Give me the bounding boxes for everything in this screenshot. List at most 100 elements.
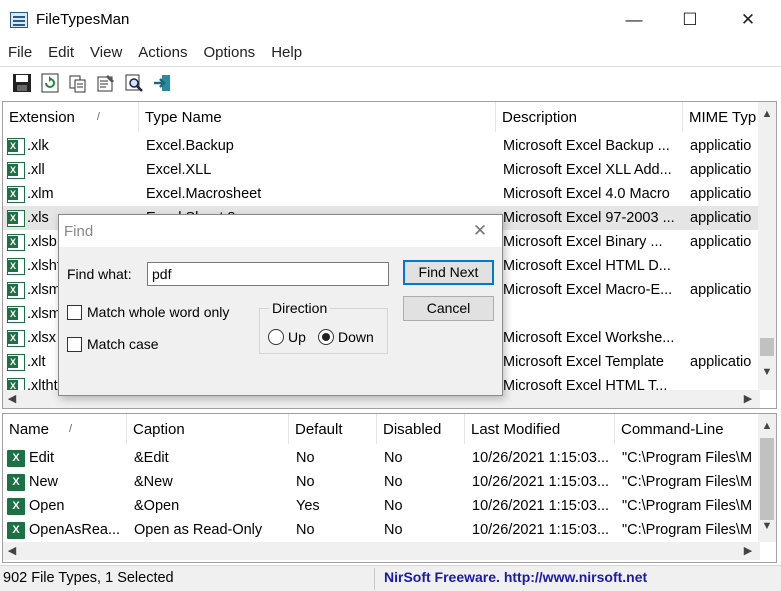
refresh-icon[interactable] [38,71,62,95]
find-what-input[interactable] [147,262,389,286]
scroll-up-icon[interactable]: ▲ [758,108,776,120]
column-header-mime-type[interactable]: MIME Typ [683,102,760,132]
cell-default: No [296,450,315,466]
table-row[interactable]: X OpenAsRea... Open as Read-Only No No 10/26/… [3,518,758,542]
cell-cmd: "C:\Program Files\M [622,450,753,466]
scroll-right-icon[interactable]: ▶ [739,392,757,405]
table-row[interactable]: X Open &Open Yes No 10/26/2021 1:15:03... "C:\… [3,494,758,518]
actions-list[interactable]: Name / Caption Default Disabled Last Mod… [2,413,777,563]
find-dialog-title: Find [64,223,94,240]
cell-ext: .xlm [27,186,54,202]
nirsoft-link[interactable]: NirSoft Freeware. http://www.nirsoft.net [384,569,647,585]
vertical-scrollbar[interactable]: ▲ ▼ [758,102,776,390]
menu-view[interactable]: View [82,44,130,61]
cell-desc: Microsoft Excel Template [503,354,664,370]
column-label: Description [502,108,578,126]
table-row[interactable]: .xlm Excel.Macrosheet Microsoft Excel 4.0 … [3,182,758,206]
excel-file-icon [7,210,25,227]
column-header-name[interactable]: Name / [3,414,127,444]
scroll-right-icon[interactable]: ▶ [739,544,757,557]
menu-actions[interactable]: Actions [130,44,195,61]
cell-name: New [29,474,59,490]
column-label: Default [295,420,343,438]
column-label: Extension [9,108,75,126]
cell-ext: .xlk [27,138,49,154]
sort-indicator-icon: / [69,423,73,435]
column-header-disabled[interactable]: Disabled [377,414,465,444]
cancel-button[interactable]: Cancel [403,296,494,321]
cell-cmd: "C:\Program Files\M [622,498,753,514]
column-header-default[interactable]: Default [289,414,377,444]
direction-down-label[interactable]: Down [338,329,374,345]
cell-default: Yes [296,498,320,514]
find-icon[interactable] [122,71,146,95]
horizontal-scrollbar[interactable]: ◀ ▶ [3,542,760,560]
direction-up-label[interactable]: Up [288,329,306,345]
close-button[interactable]: ✕ [719,0,777,40]
direction-up-radio[interactable] [268,329,284,345]
cell-disabled: No [384,450,403,466]
table-row[interactable]: X Edit &Edit No No 10/26/2021 1:15:03... "C:\P… [3,446,758,470]
excel-action-icon: X [7,522,25,539]
table-row[interactable]: .xlk Excel.Backup Microsoft Excel Backup .… [3,134,758,158]
vertical-scrollbar[interactable]: ▲ ▼ [758,414,776,542]
cell-mime [690,302,760,326]
excel-file-icon [7,306,25,323]
cell-mime: applicatio [690,162,752,178]
excel-file-icon [7,282,25,299]
column-header-command-line[interactable]: Command-Line [615,414,760,444]
copy-icon[interactable] [66,71,90,95]
close-icon[interactable]: ✕ [467,218,493,244]
sort-indicator-icon: / [96,111,100,123]
match-whole-word-label[interactable]: Match whole word only [87,304,229,320]
status-text: 902 File Types, 1 Selected [3,570,174,586]
save-icon[interactable] [10,71,34,95]
exit-icon[interactable] [150,71,174,95]
cell-type: Excel.Backup [146,138,234,154]
cell-name: Open [29,498,65,514]
cell-cmd: "C:\Program Files\M [622,522,753,538]
title-bar: FileTypesMan — ☐ ✕ [0,0,781,40]
cell-disabled: No [384,474,403,490]
cell-desc: Microsoft Excel Binary ... [503,234,663,250]
table-row[interactable]: X New &New No No 10/26/2021 1:15:03... "C:\Pro… [3,470,758,494]
scroll-left-icon[interactable]: ◀ [3,392,21,405]
excel-action-icon: X [7,450,25,467]
cell-mime: applicatio [690,234,752,250]
menu-edit[interactable]: Edit [40,44,82,61]
scroll-up-icon[interactable]: ▲ [758,420,776,432]
scroll-down-icon[interactable]: ▼ [758,366,776,378]
cell-default: No [296,474,315,490]
column-header-extension[interactable]: Extension / [3,102,139,132]
column-header-caption[interactable]: Caption [127,414,289,444]
scroll-down-icon[interactable]: ▼ [758,520,776,532]
column-label: Command-Line [621,420,724,438]
cell-mime [690,326,760,350]
table-row[interactable]: .xll Excel.XLL Microsoft Excel XLL Add... a… [3,158,758,182]
find-next-button[interactable]: Find Next [403,260,494,285]
scroll-left-icon[interactable]: ◀ [3,544,21,557]
scroll-thumb[interactable] [760,438,774,520]
match-whole-word-checkbox[interactable] [67,305,82,320]
column-header-type-name[interactable]: Type Name [139,102,496,132]
direction-down-radio[interactable] [318,329,334,345]
column-label: Name [9,420,50,438]
excel-file-icon [7,330,25,347]
menu-help[interactable]: Help [263,44,310,61]
maximize-button[interactable]: ☐ [661,0,719,40]
column-header-description[interactable]: Description [496,102,683,132]
cell-type: Excel.XLL [146,162,212,178]
cell-mime: applicatio [690,354,752,370]
column-label: Caption [133,420,185,438]
match-case-label[interactable]: Match case [87,336,159,352]
scroll-thumb[interactable] [760,338,774,356]
menu-file[interactable]: File [0,44,40,61]
column-header-last-modified[interactable]: Last Modified [465,414,615,444]
minimize-button[interactable]: — [605,0,663,40]
cell-mime [690,254,760,278]
match-case-checkbox[interactable] [67,337,82,352]
excel-file-icon [7,234,25,251]
properties-icon[interactable] [94,71,118,95]
menu-options[interactable]: Options [195,44,263,61]
cell-mime: applicatio [690,138,752,154]
